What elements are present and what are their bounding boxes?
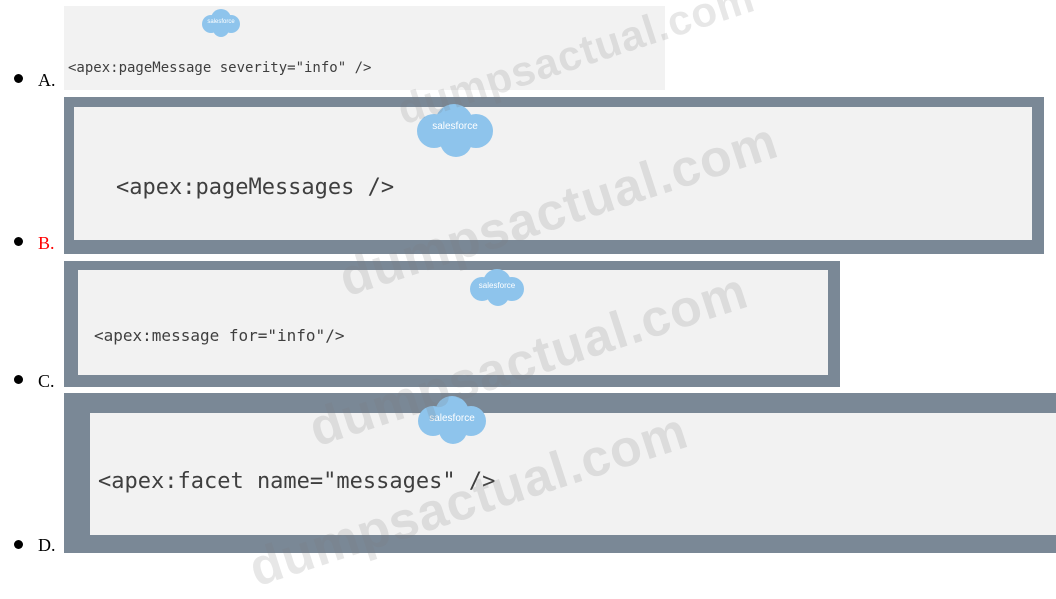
bullet-icon [14, 237, 23, 246]
option-letter: C. [38, 371, 55, 391]
salesforce-logo: salesforce [410, 103, 500, 159]
salesforce-logo: salesforce [412, 393, 492, 447]
salesforce-logo: salesforce [199, 8, 243, 38]
code-image: salesforce <apex:facet name="messages" /… [64, 393, 1056, 553]
option-letter: A. [38, 70, 56, 90]
bullet-icon [14, 74, 23, 83]
option-letter: D. [38, 535, 56, 555]
code-text: <apex:facet name="messages" /> [98, 469, 496, 494]
bullet-icon [14, 375, 23, 384]
code-image: salesforce <apex:message for="info"/> [64, 261, 840, 387]
code-image: salesforce <apex:pageMessages /> [64, 97, 1044, 254]
option-letter: B. [38, 233, 55, 253]
code-image: salesforce <apex:pageMessage severity="i… [64, 6, 665, 90]
code-text: <apex:message for="info"/> [94, 326, 345, 345]
bullet-icon [14, 540, 23, 549]
code-text: <apex:pageMessages /> [116, 175, 395, 200]
code-text: <apex:pageMessage severity="info" /> [68, 60, 372, 76]
salesforce-logo: salesforce [465, 268, 529, 308]
